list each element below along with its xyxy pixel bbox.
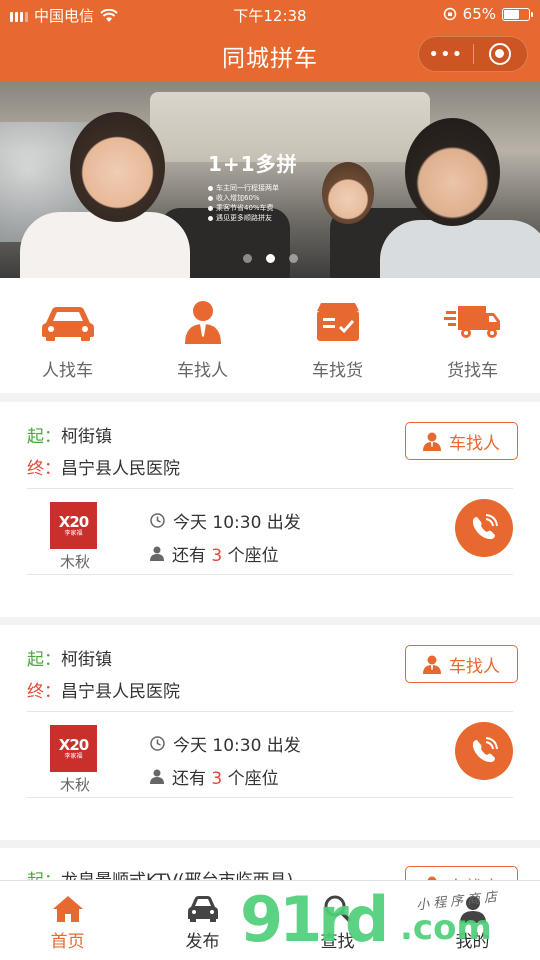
nav-bar: 同城拼车 ••• — [0, 30, 540, 82]
banner-person-woman — [70, 112, 165, 222]
truck-icon — [443, 300, 503, 344]
battery-percent: 65% — [462, 5, 496, 23]
banner-line: 乘客节省40%车费 — [208, 203, 338, 213]
category-people-find-car[interactable]: 人找车 — [0, 278, 135, 393]
tab-home[interactable]: 首页 — [0, 881, 135, 960]
more-button[interactable]: ••• — [419, 44, 473, 65]
clock-icon — [150, 513, 165, 528]
divider — [27, 797, 513, 798]
category-label: 人找车 — [42, 361, 93, 381]
home-icon — [52, 896, 83, 922]
carousel-dot[interactable] — [288, 254, 298, 263]
route-start: 起：柯街镇 — [27, 650, 112, 670]
carousel-indicator — [0, 254, 540, 263]
car-icon — [38, 300, 98, 344]
status-right: 65% — [443, 5, 533, 23]
clock-icon — [150, 736, 165, 751]
call-button[interactable] — [455, 722, 513, 780]
cargo-box-icon — [308, 300, 368, 344]
divider — [27, 574, 513, 575]
banner-person-woman-body — [20, 212, 190, 278]
call-button[interactable] — [455, 499, 513, 557]
trip-card[interactable]: 起：柯街镇 终：昌宁县人民医院 车找人 X20 李家福 木秋 今天 10:30 出… — [0, 625, 540, 840]
tab-mine[interactable]: 我的 — [405, 881, 540, 960]
tab-search[interactable]: 查找 — [270, 881, 405, 960]
category-label: 车找货 — [312, 361, 363, 381]
banner-person-man — [405, 118, 500, 226]
mini-program-capsule: ••• — [418, 36, 528, 72]
avatar[interactable]: X20 李家福 — [50, 502, 97, 549]
divider — [27, 488, 513, 489]
tab-bar: 首页 发布 查找 我的 — [0, 880, 540, 960]
phone-icon — [472, 737, 498, 763]
person-icon — [423, 432, 441, 451]
seats-left: 还有 3 个座位 — [150, 764, 279, 789]
category-car-find-cargo[interactable]: 车找货 — [270, 278, 405, 393]
category-car-find-people[interactable]: 车找人 — [135, 278, 270, 393]
orientation-lock-icon — [443, 7, 456, 21]
close-circle-icon — [489, 43, 512, 65]
driver-name: 木秋 — [59, 776, 90, 794]
depart-time: 今天 10:30 出发 — [150, 508, 301, 533]
close-button[interactable] — [473, 43, 527, 65]
category-cargo-find-car[interactable]: 货找车 — [405, 278, 540, 393]
route-end: 终：昌宁县人民医院 — [27, 459, 180, 479]
car-front-icon — [187, 896, 218, 922]
banner-text: 1+1多拼 车主同一行程接两单 收入增加60% 乘客节省40%车费 遇见更多顺路… — [208, 148, 338, 223]
banner-carousel[interactable]: 1+1多拼 车主同一行程接两单 收入增加60% 乘客节省40%车费 遇见更多顺路… — [0, 82, 540, 278]
user-icon — [459, 896, 486, 923]
depart-time: 今天 10:30 出发 — [150, 731, 301, 756]
driver: X20 李家福 木秋 — [50, 725, 100, 795]
driver: X20 李家福 木秋 — [50, 502, 100, 572]
tab-publish[interactable]: 发布 — [135, 881, 270, 960]
seats-left: 还有 3 个座位 — [150, 541, 279, 566]
banner-line: 车主同一行程接两单 — [208, 183, 338, 193]
battery-icon — [502, 7, 533, 21]
search-icon — [324, 895, 351, 923]
banner-title: 1+1多拼 — [208, 152, 298, 176]
status-bar: 中国电信 下午12:38 65% — [0, 0, 540, 30]
carousel-dot-active[interactable] — [265, 254, 275, 263]
category-grid: 人找车 车找人 车找货 货找车 — [0, 278, 540, 393]
route-start: 起：柯街镇 — [27, 427, 112, 447]
category-label: 货找车 — [447, 361, 498, 381]
avatar[interactable]: X20 李家福 — [50, 725, 97, 772]
route-end: 终：昌宁县人民医院 — [27, 682, 180, 702]
category-label: 车找人 — [177, 361, 228, 381]
phone-icon — [472, 514, 498, 540]
person-small-icon — [150, 546, 164, 561]
person-small-icon — [150, 769, 164, 784]
banner-line: 收入增加60% — [208, 193, 338, 203]
trip-card[interactable]: 起：柯街镇 终：昌宁县人民医院 车找人 X20 李家福 木秋 今天 10:30 出… — [0, 402, 540, 617]
person-icon — [423, 655, 441, 674]
person-icon — [173, 300, 233, 344]
role-tag-button[interactable]: 车找人 — [405, 645, 518, 683]
carousel-dot[interactable] — [242, 254, 252, 263]
divider — [27, 711, 513, 712]
driver-name: 木秋 — [59, 553, 90, 571]
banner-person-man-body — [380, 220, 540, 278]
role-tag-button[interactable]: 车找人 — [405, 422, 518, 460]
banner-line: 遇见更多顺路拼友 — [208, 213, 338, 223]
